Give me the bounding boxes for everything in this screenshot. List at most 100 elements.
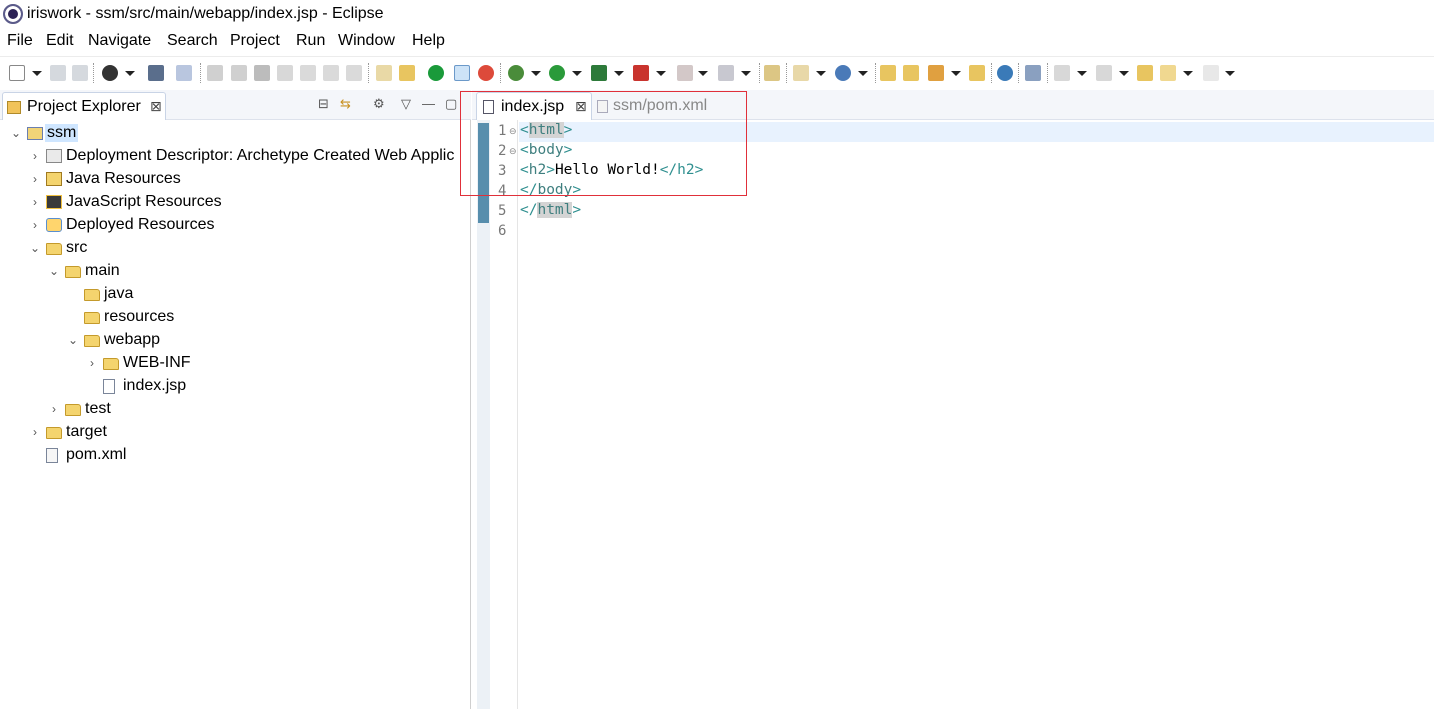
step-over-icon[interactable]	[323, 65, 339, 81]
globe-icon[interactable]	[997, 65, 1013, 81]
next-annotation-dropdown-icon[interactable]	[1077, 71, 1087, 76]
tree-item[interactable]: › Java Resources	[0, 168, 470, 191]
console-icon[interactable]	[148, 65, 164, 81]
expand-arrow-icon[interactable]: ›	[29, 149, 41, 163]
publish-icon[interactable]	[718, 65, 734, 81]
tree-item[interactable]: resources	[0, 306, 470, 329]
minimize-icon[interactable]: —	[422, 96, 435, 111]
skip-breakpoints-icon[interactable]	[176, 65, 192, 81]
coverage-dropdown-icon[interactable]	[614, 71, 624, 76]
new-class-dropdown-icon[interactable]	[816, 71, 826, 76]
fold-collapse-icon[interactable]: ⊖	[509, 146, 517, 157]
menu-search[interactable]: Search	[167, 32, 218, 50]
menu-file[interactable]: File	[7, 32, 33, 50]
search-icon[interactable]	[1025, 65, 1041, 81]
tree-item[interactable]: pom.xml	[0, 444, 470, 467]
run-icon[interactable]	[549, 65, 565, 81]
task-dropdown-icon[interactable]	[951, 71, 961, 76]
terminate-icon[interactable]	[254, 65, 270, 81]
collapse-all-icon[interactable]: ⊟	[318, 96, 329, 112]
refresh-icon[interactable]	[478, 65, 494, 81]
collapse-arrow-icon[interactable]: ⌄	[48, 264, 60, 278]
new-server-dropdown-icon[interactable]	[858, 71, 868, 76]
menu-help[interactable]: Help	[412, 32, 445, 50]
step-into-icon[interactable]	[300, 65, 316, 81]
menu-run[interactable]: Run	[296, 32, 325, 50]
menu-edit[interactable]: Edit	[46, 32, 74, 50]
debug-icon[interactable]	[508, 65, 524, 81]
maximize-icon[interactable]: ▢	[445, 96, 457, 112]
tree-item[interactable]: ⌄ src	[0, 237, 470, 260]
debug-dropdown-icon[interactable]	[531, 71, 541, 76]
tree-item[interactable]: ⌄ ssm	[0, 122, 470, 145]
suspend-icon[interactable]	[231, 65, 247, 81]
close-icon[interactable]: ⊠	[150, 98, 162, 115]
external-tools-icon[interactable]	[633, 65, 649, 81]
close-icon[interactable]: ⊠	[575, 98, 587, 115]
tree-item[interactable]: java	[0, 283, 470, 306]
expand-arrow-icon[interactable]: ›	[29, 218, 41, 232]
last-edit-location-icon[interactable]	[1137, 65, 1153, 81]
link-with-editor-icon[interactable]: ⇆	[340, 96, 351, 112]
menu-project[interactable]: Project	[230, 32, 280, 50]
new-project-icon[interactable]	[764, 65, 780, 81]
tab-pom-xml[interactable]: ssm/pom.xml	[594, 92, 734, 120]
search-folder-icon[interactable]	[969, 65, 985, 81]
tree-item[interactable]: › test	[0, 398, 470, 421]
tab-project-explorer[interactable]: Project Explorer ⊠	[2, 92, 166, 120]
previous-annotation-icon[interactable]	[1096, 65, 1112, 81]
expand-arrow-icon[interactable]: ›	[29, 172, 41, 186]
drop-to-frame-icon[interactable]	[376, 65, 392, 81]
tree-item[interactable]: ⌄ webapp	[0, 329, 470, 352]
expand-arrow-icon[interactable]: ›	[48, 402, 60, 416]
collapse-arrow-icon[interactable]: ⌄	[29, 241, 41, 255]
stop-dropdown-icon[interactable]	[698, 71, 708, 76]
open-task-icon[interactable]	[928, 65, 944, 81]
save-all-icon[interactable]	[72, 65, 88, 81]
profile-dropdown-icon[interactable]	[125, 71, 135, 76]
filter-icon[interactable]: ⚙	[373, 96, 385, 112]
overview-ruler[interactable]	[477, 120, 490, 709]
menu-window[interactable]: Window	[338, 32, 395, 50]
tree-item[interactable]: › JavaScript Resources	[0, 191, 470, 214]
next-annotation-icon[interactable]	[1054, 65, 1070, 81]
server-start-icon[interactable]	[428, 65, 444, 81]
profile-icon[interactable]	[102, 65, 118, 81]
tree-item[interactable]: › Deployed Resources	[0, 214, 470, 237]
back-icon[interactable]	[1160, 65, 1176, 81]
open-folder-icon[interactable]	[903, 65, 919, 81]
tree-item[interactable]: ⌄ main	[0, 260, 470, 283]
expand-arrow-icon[interactable]: ›	[29, 425, 41, 439]
collapse-arrow-icon[interactable]: ⌄	[10, 126, 22, 140]
new-java-class-icon[interactable]	[793, 65, 809, 81]
tree-item[interactable]: index.jsp	[0, 375, 470, 398]
forward-dropdown-icon[interactable]	[1225, 71, 1235, 76]
stop-server-icon[interactable]	[677, 65, 693, 81]
forward-icon[interactable]	[1203, 65, 1219, 81]
publish-dropdown-icon[interactable]	[741, 71, 751, 76]
coverage-icon[interactable]	[591, 65, 607, 81]
tree-item[interactable]: › target	[0, 421, 470, 444]
toggle-mark-icon[interactable]	[454, 65, 470, 81]
run-dropdown-icon[interactable]	[572, 71, 582, 76]
new-icon[interactable]	[9, 65, 25, 81]
tab-index-jsp[interactable]: index.jsp ⊠	[476, 92, 592, 120]
menu-navigate[interactable]: Navigate	[88, 32, 151, 50]
collapse-arrow-icon[interactable]: ⌄	[67, 333, 79, 347]
previous-annotation-dropdown-icon[interactable]	[1119, 71, 1129, 76]
use-step-filters-icon[interactable]	[399, 65, 415, 81]
new-dropdown-icon[interactable]	[32, 71, 42, 76]
tree-item[interactable]: › WEB-INF	[0, 352, 470, 375]
resume-icon[interactable]	[207, 65, 223, 81]
open-type-icon[interactable]	[880, 65, 896, 81]
save-icon[interactable]	[50, 65, 66, 81]
view-menu-icon[interactable]: ▽	[401, 96, 411, 112]
expand-arrow-icon[interactable]: ›	[86, 356, 98, 370]
code-area[interactable]: <html> <body> <h2>Hello World!</h2> </bo…	[519, 120, 1434, 709]
new-server-icon[interactable]	[835, 65, 851, 81]
fold-collapse-icon[interactable]: ⊖	[509, 126, 517, 137]
step-return-icon[interactable]	[346, 65, 362, 81]
external-tools-dropdown-icon[interactable]	[656, 71, 666, 76]
disconnect-icon[interactable]	[277, 65, 293, 81]
expand-arrow-icon[interactable]: ›	[29, 195, 41, 209]
